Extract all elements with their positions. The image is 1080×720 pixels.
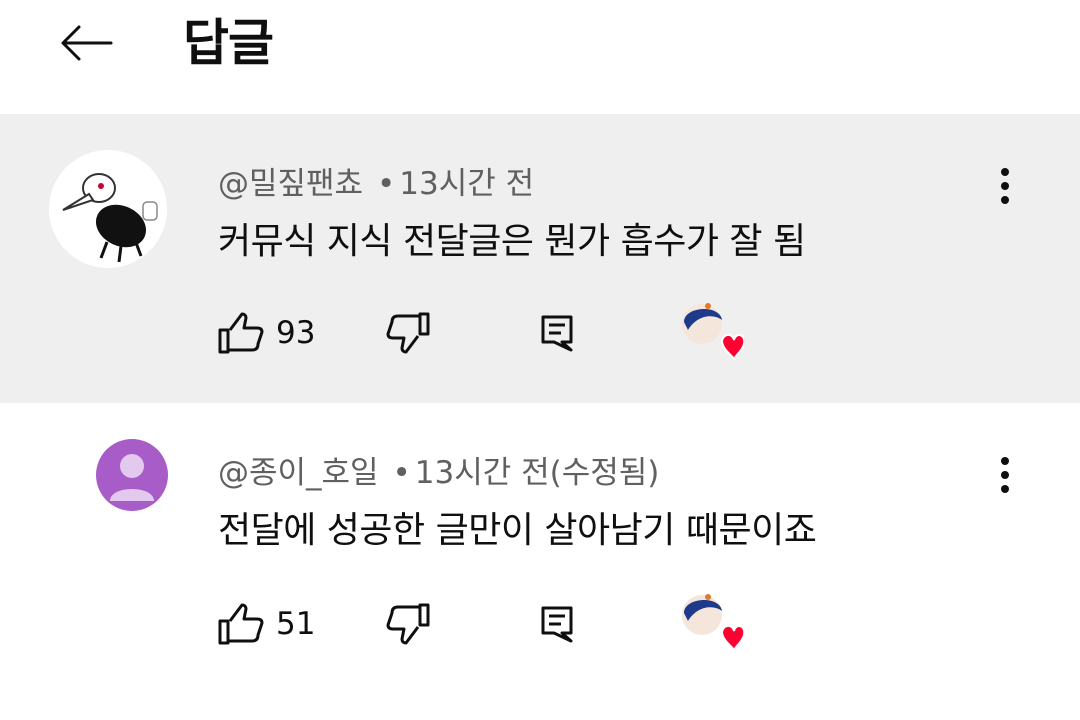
like-button[interactable]: 51 — [216, 599, 315, 649]
more-options-button[interactable] — [985, 160, 1025, 212]
like-count: 93 — [276, 315, 316, 351]
more-vertical-icon — [1001, 457, 1009, 493]
thumbs-up-icon — [218, 312, 264, 354]
comment-item: @종이_호일 • 13시간 전(수정됨) 전달에 성공한 글만이 살아남기 때문이… — [0, 403, 1080, 720]
back-button[interactable] — [52, 12, 118, 74]
more-options-button[interactable] — [985, 449, 1025, 501]
avatar[interactable] — [96, 439, 168, 511]
comment-time: 13시간 전 — [399, 166, 535, 202]
thumbs-down-icon — [386, 603, 430, 645]
comment-text: 커뮤식 지식 전달글은 뭔가 흡수가 잘 됨 — [218, 221, 806, 262]
page-title: 답글 — [183, 14, 274, 72]
header-bar: 답글 — [0, 0, 1080, 114]
comment-item: @밀짚팬쵸 • 13시간 전 커뮤식 지식 전달글은 뭔가 흡수가 잘 됨 93 — [0, 114, 1080, 403]
like-button[interactable]: 93 — [216, 308, 315, 358]
comment-author[interactable]: @종이_호일 — [218, 455, 379, 491]
thumbs-up-icon — [218, 603, 264, 645]
creator-heart-badge — [678, 591, 746, 653]
like-count: 51 — [276, 606, 316, 642]
creator-avatar-heart-icon — [682, 594, 746, 652]
comment-time: 13시간 전(수정됨) — [414, 455, 660, 491]
comment-meta: @밀짚팬쵸 • 13시간 전 — [218, 158, 534, 203]
meta-separator: • — [376, 166, 396, 202]
beaked-bug-avatar-icon — [49, 150, 167, 268]
default-user-icon — [110, 454, 154, 501]
dislike-button[interactable] — [386, 308, 432, 358]
comment-text: 전달에 성공한 글만이 살아남기 때문이죠 — [218, 510, 817, 551]
reply-comment-icon — [541, 606, 573, 643]
creator-avatar-heart-icon — [682, 303, 746, 361]
avatar[interactable] — [49, 150, 167, 268]
meta-separator: • — [392, 455, 411, 491]
thumbs-down-icon — [386, 312, 430, 354]
comment-actions: 51 — [216, 594, 776, 652]
reply-button[interactable] — [540, 599, 574, 649]
dislike-button[interactable] — [386, 599, 432, 649]
arrow-left-icon — [61, 25, 113, 61]
comment-actions: 93 — [216, 303, 776, 361]
comment-meta: @종이_호일 • 13시간 전(수정됨) — [218, 447, 659, 492]
reply-comment-icon — [541, 315, 573, 352]
more-vertical-icon — [1001, 168, 1009, 204]
creator-heart-badge — [678, 300, 746, 362]
reply-button[interactable] — [540, 308, 574, 358]
comment-author[interactable]: @밀짚팬쵸 — [218, 166, 363, 202]
